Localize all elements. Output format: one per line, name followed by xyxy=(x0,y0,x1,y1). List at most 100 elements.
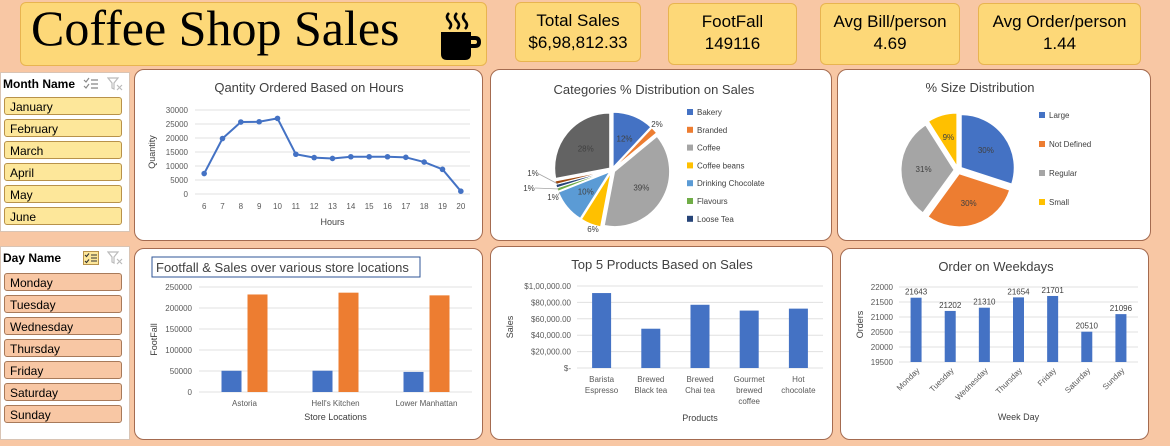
y-axis-label: Orders xyxy=(855,310,865,338)
x-tick-label: 20 xyxy=(456,202,465,211)
bar xyxy=(1081,331,1093,362)
y-tick-label: 20000 xyxy=(166,134,189,143)
bar xyxy=(641,328,661,368)
legend-swatch xyxy=(1039,170,1045,176)
bar xyxy=(429,295,450,392)
kpi-value: 4.69 xyxy=(873,34,907,53)
bar xyxy=(403,371,424,392)
x-tick-label: 13 xyxy=(328,202,337,211)
y-tick-label: $20,000.00 xyxy=(531,348,572,357)
x-tick-label: brewed xyxy=(736,386,762,395)
legend-label: Regular xyxy=(1049,169,1077,178)
x-axis-label: Products xyxy=(682,413,718,423)
locations-bar-chart: Footfall & Sales over various store loca… xyxy=(149,256,472,422)
month-slicer-header: Month Name xyxy=(3,77,75,91)
y-tick-label: 25000 xyxy=(166,120,189,129)
month-item-april[interactable]: April xyxy=(4,163,122,181)
day-slicer: Day Name Monday Tuesday Wednesday Thursd… xyxy=(0,246,130,440)
weekdays-chart-card: Order on Weekdays 19500 20000 20500 21000 215… xyxy=(840,248,1149,440)
products-bar-chart: Top 5 Products Based on Sales $- $20,000.0… xyxy=(505,257,823,423)
data-point xyxy=(348,153,354,160)
kpi-footfall: FootFall 149116 xyxy=(668,3,797,65)
legend-swatch xyxy=(687,162,693,169)
x-tick-label: Gourmet xyxy=(734,375,766,384)
chart-title: Categories % Distribution on Sales xyxy=(554,82,755,97)
data-point xyxy=(219,135,226,142)
data-point xyxy=(274,115,281,122)
legend-swatch xyxy=(1039,112,1045,118)
data-point xyxy=(403,154,409,161)
bar xyxy=(944,310,956,362)
y-tick-label: 100000 xyxy=(165,346,192,355)
x-tick-label: Brewed xyxy=(637,375,664,384)
legend-label: Not Defined xyxy=(1049,140,1091,149)
x-tick-label: 12 xyxy=(310,202,319,211)
bar xyxy=(910,297,922,362)
kpi-value: 1.44 xyxy=(1042,34,1077,53)
dashboard-title-box: Coffee Shop Sales xyxy=(20,0,487,66)
y-tick-label: $1,00,000.00 xyxy=(524,282,571,291)
bar xyxy=(1047,295,1059,362)
y-tick-label: $- xyxy=(564,364,571,373)
multi-select-icon[interactable] xyxy=(83,251,99,265)
legend-label: Coffee beans xyxy=(697,161,744,170)
month-item-january[interactable]: January xyxy=(4,97,122,115)
x-tick-label: Brewed xyxy=(686,375,713,384)
x-tick-label: Saturday xyxy=(1063,366,1092,395)
month-item-may[interactable]: May xyxy=(4,185,122,203)
kpi-label: FootFall xyxy=(701,12,764,31)
y-tick-label: $60,000.00 xyxy=(531,315,572,324)
kpi-label: Avg Order/person xyxy=(992,12,1127,31)
x-axis-label: Week Day xyxy=(998,412,1040,422)
y-tick-label: 19500 xyxy=(871,358,894,367)
x-tick-label: Sunday xyxy=(1101,366,1127,392)
x-tick-label: 15 xyxy=(365,202,374,211)
x-tick-label: 11 xyxy=(292,202,301,211)
x-tick-label: Barista xyxy=(589,375,614,384)
x-tick-label: 10 xyxy=(273,202,282,211)
multi-select-icon[interactable] xyxy=(83,77,99,91)
x-tick-label: Chai tea xyxy=(685,386,715,395)
y-tick-label: 0 xyxy=(188,388,193,397)
month-item-june[interactable]: June xyxy=(4,207,122,225)
month-item-march[interactable]: March xyxy=(4,141,122,159)
day-item-friday[interactable]: Friday xyxy=(4,361,122,379)
weekdays-bar-chart: Order on Weekdays 19500 20000 20500 21000 215… xyxy=(855,259,1138,422)
x-tick-label: 19 xyxy=(438,202,447,211)
data-point xyxy=(366,153,372,160)
chart-title: Qantity Ordered Based on Hours xyxy=(214,80,404,95)
clear-filter-icon[interactable] xyxy=(107,77,123,91)
data-label: 1% xyxy=(547,193,559,202)
legend-label: Drinking Chocolate xyxy=(697,179,765,188)
x-axis-label: Store Locations xyxy=(304,412,367,422)
x-tick-label: coffee xyxy=(738,397,760,406)
y-tick-label: 15000 xyxy=(166,148,189,157)
day-item-thursday[interactable]: Thursday xyxy=(4,339,122,357)
x-tick-label: 14 xyxy=(346,202,355,211)
x-tick-label: Black tea xyxy=(634,386,667,395)
day-slicer-header: Day Name xyxy=(3,251,62,265)
data-label: 21654 xyxy=(1007,287,1030,296)
chart-title: Top 5 Products Based on Sales xyxy=(571,257,753,272)
day-item-tuesday[interactable]: Tuesday xyxy=(4,295,122,313)
y-tick-label: 5000 xyxy=(170,176,188,185)
day-item-sunday[interactable]: Sunday xyxy=(4,405,122,423)
x-tick-label: 16 xyxy=(383,202,392,211)
chart-title: Order on Weekdays xyxy=(938,259,1054,274)
data-point xyxy=(201,170,207,177)
day-item-monday[interactable]: Monday xyxy=(4,273,122,291)
day-item-saturday[interactable]: Saturday xyxy=(4,383,122,401)
clear-filter-icon[interactable] xyxy=(107,251,123,265)
legend-swatch xyxy=(687,109,693,115)
x-tick-label: Monday xyxy=(895,366,921,392)
chart-title: Footfall & Sales over various store loca… xyxy=(156,260,409,275)
month-item-february[interactable]: February xyxy=(4,119,122,137)
x-tick-label: 8 xyxy=(239,202,244,211)
x-axis-label: Hours xyxy=(320,217,345,227)
kpi-total-sales: Total Sales $6,98,812.33 xyxy=(515,2,641,62)
kpi-value: $6,98,812.33 xyxy=(528,33,628,52)
data-label: 6% xyxy=(587,225,599,234)
day-item-wednesday[interactable]: Wednesday xyxy=(4,317,122,335)
y-tick-label: 21500 xyxy=(871,298,894,307)
y-tick-label: 200000 xyxy=(165,304,192,313)
